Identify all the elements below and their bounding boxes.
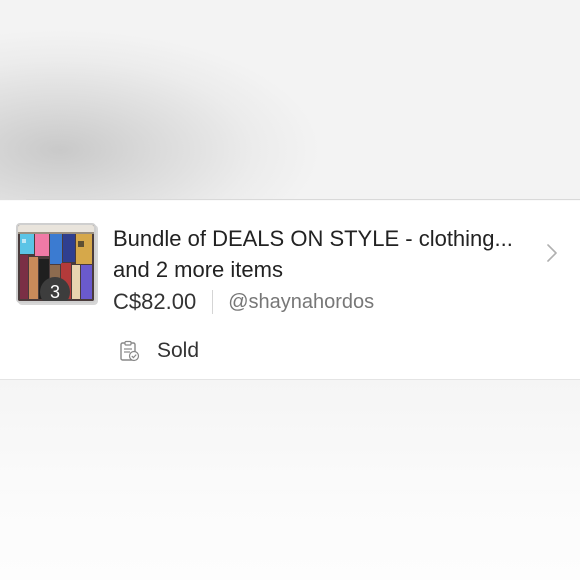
price: C$82.00 bbox=[113, 289, 197, 314]
order-list-item[interactable]: 3 Bundle of DEALS ON STYLE - clothing...… bbox=[0, 201, 580, 380]
listing-title: Bundle of DEALS ON STYLE - clothing... a… bbox=[113, 226, 513, 282]
item-count-badge: 3 bbox=[40, 277, 70, 301]
blurred-background-top bbox=[0, 0, 580, 200]
divider bbox=[26, 199, 580, 200]
separator bbox=[212, 290, 214, 314]
clipboard-check-icon bbox=[120, 340, 140, 362]
status-label: Sold bbox=[157, 339, 200, 362]
seller-username[interactable]: @shaynahordos bbox=[228, 291, 374, 314]
product-thumbnail[interactable]: 3 bbox=[16, 223, 96, 303]
price-seller-row: C$82.00 @shaynahordos bbox=[113, 287, 374, 317]
chevron-right-icon[interactable] bbox=[544, 241, 560, 265]
blurred-background-bottom bbox=[0, 380, 580, 580]
order-status: Sold bbox=[118, 337, 199, 365]
